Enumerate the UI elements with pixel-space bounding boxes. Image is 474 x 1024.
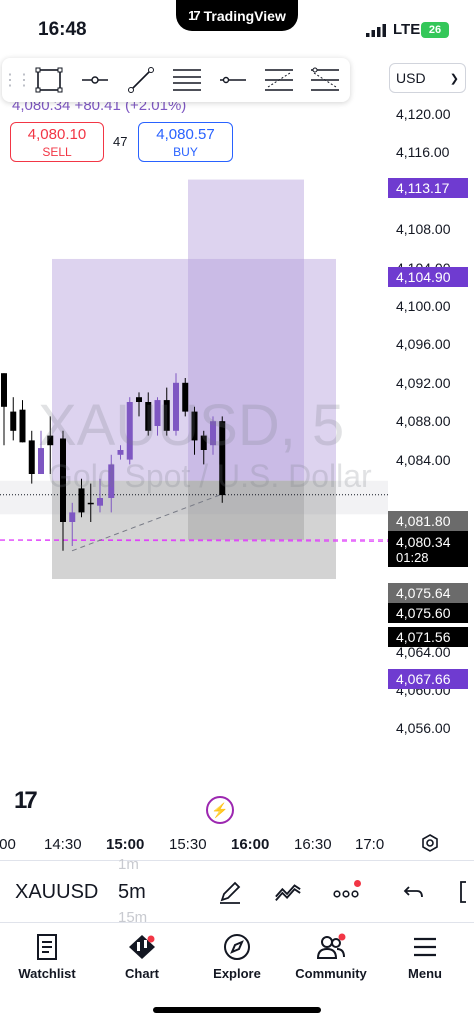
current-price-tag: 4,080.34 01:28 [388, 531, 468, 567]
currency-select[interactable]: USD ❯ [389, 63, 466, 93]
candle-body [28, 440, 35, 474]
candle-body [87, 502, 94, 505]
price-tag: 4,067.66 [388, 669, 468, 689]
time-axis-label: :00 [0, 836, 16, 853]
price-axis-label: 4,120.00 [396, 106, 451, 122]
undo-icon [403, 886, 423, 898]
price-tag: 4,075.60 [388, 603, 468, 623]
tab-watchlist[interactable]: Watchlist [0, 931, 94, 981]
sell-label: SELL [42, 145, 72, 159]
price-tag: 4,071.56 [388, 627, 468, 647]
chart-icon [129, 935, 155, 959]
candle-body [97, 498, 103, 506]
current-price: 4,080.34 [396, 533, 451, 550]
candle-body [1, 373, 7, 407]
fullscreen-button[interactable] [452, 879, 474, 905]
price-axis-label: 4,108.00 [396, 221, 451, 238]
tab-label: Explore [213, 966, 261, 981]
long-position-icon [265, 69, 293, 91]
price-axis-label: 4,084.00 [396, 451, 451, 468]
long-position-tool-button[interactable] [256, 58, 302, 102]
spread-value: 47 [113, 134, 128, 149]
time-axis-label: 14:30 [44, 836, 82, 853]
watchlist-icon [37, 934, 57, 960]
fib-retracement-icon [173, 69, 201, 91]
tab-menu[interactable]: Menu [378, 931, 472, 981]
horizontal-ray-icon [82, 76, 108, 84]
price-axis-label: 4,092.00 [396, 374, 451, 391]
indicators-icon [275, 884, 301, 902]
candle-body [19, 409, 26, 443]
fullscreen-icon [460, 881, 466, 903]
short-position-tool-button[interactable] [302, 58, 348, 102]
rectangle-tool-button[interactable] [26, 58, 72, 102]
symbol-search-button[interactable]: XAUUSD [15, 881, 98, 904]
horizontal-ray-tool-button[interactable] [72, 58, 118, 102]
trend-line-icon [128, 67, 154, 93]
price-axis-label: 4,088.00 [396, 413, 451, 430]
tab-label: Menu [408, 966, 442, 981]
replay-icon[interactable]: ⚡ [206, 796, 234, 824]
rectangle-icon [35, 67, 63, 93]
currency-value: USD [396, 70, 426, 86]
price-tag: 4,075.64 [388, 583, 468, 603]
sell-button[interactable]: 4,080.10 SELL [10, 122, 104, 162]
undo-button[interactable] [400, 879, 428, 905]
notification-dot [354, 880, 361, 887]
watermark-symbol: XAUUSD, 5 [38, 393, 345, 458]
price-axis-label: 4,056.00 [396, 720, 451, 737]
horizontal-line-icon [220, 76, 246, 84]
compass-icon [224, 934, 250, 960]
tab-explore[interactable]: Explore [190, 931, 284, 981]
timeframe-option-prev[interactable]: 1m [118, 856, 139, 873]
price-axis-label: 4,116.00 [396, 144, 450, 161]
chart-bottom-toolbar: XAUUSD 1m 5m 15m [0, 856, 474, 926]
more-options-button[interactable] [332, 879, 361, 905]
chevron-down-icon: ❯ [449, 72, 459, 85]
price-tag: 4,104.90 [388, 267, 468, 287]
chart-settings-icon[interactable] [420, 833, 440, 858]
timeframe-button[interactable]: 5m [118, 881, 146, 904]
trend-line-tool-button[interactable] [118, 58, 164, 102]
candle-body [69, 512, 76, 522]
buy-price: 4,080.57 [156, 126, 215, 143]
tradingview-logo-icon[interactable]: 17 [14, 787, 38, 815]
drawing-toolbar: ⋮⋮ [2, 58, 350, 102]
indicators-button[interactable] [274, 879, 302, 905]
sell-price: 4,080.10 [27, 126, 87, 143]
price-axis-label: 4,096.00 [396, 336, 451, 353]
tab-label: Watchlist [18, 966, 76, 981]
home-indicator [153, 1007, 321, 1013]
candle-body [10, 411, 17, 431]
drag-handle-icon[interactable]: ⋮⋮ [2, 70, 32, 90]
gear-icon [422, 834, 438, 852]
bar-countdown: 01:28 [396, 549, 429, 565]
time-axis-label: 16:30 [294, 836, 332, 853]
time-axis-label: 16:00 [231, 836, 270, 853]
watermark-description: Gold Spot / U.S. Dollar [48, 458, 372, 494]
buy-button[interactable]: 4,080.57 BUY [138, 122, 233, 162]
tab-chart[interactable]: Chart [95, 931, 189, 981]
time-axis-label: 15:30 [169, 836, 207, 853]
tab-label: Chart [125, 966, 159, 981]
short-position-icon [311, 67, 339, 91]
menu-icon [414, 937, 436, 957]
tab-label: Community [295, 966, 367, 981]
price-axis-label: 4,100.00 [396, 298, 451, 314]
time-axis-label: 17:0 [355, 836, 385, 853]
price-tag: 4,113.17 [388, 178, 468, 198]
pen-icon [220, 881, 241, 904]
community-icon [316, 933, 346, 959]
horizontal-line-tool-button[interactable] [210, 58, 256, 102]
buy-label: BUY [173, 145, 198, 159]
drawing-tools-button[interactable] [216, 879, 244, 905]
tab-community[interactable]: Community [284, 931, 378, 981]
price-tag: 4,081.80 [388, 511, 468, 531]
fib-retracement-tool-button[interactable] [164, 58, 210, 102]
time-axis-label: 15:00 [106, 836, 145, 853]
